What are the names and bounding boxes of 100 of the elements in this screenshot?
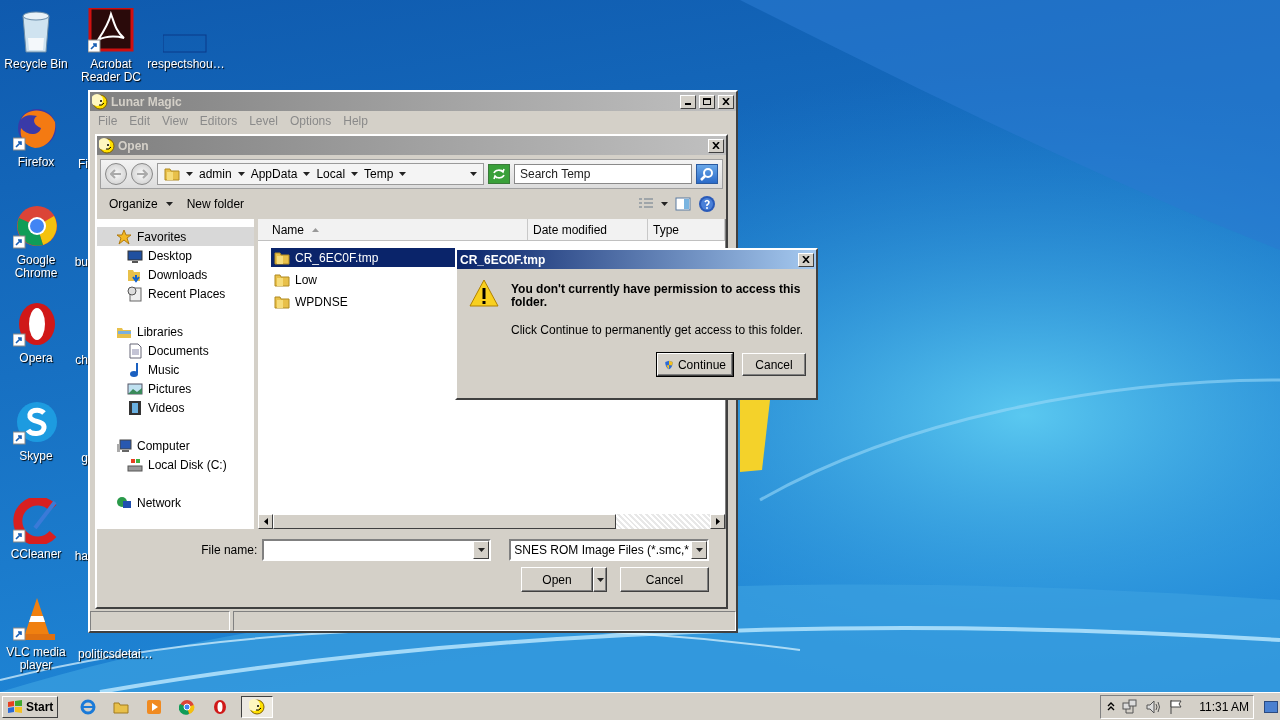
browser-icon[interactable] xyxy=(13,106,59,152)
breadcrumb-item[interactable]: Local xyxy=(316,167,346,181)
start-button[interactable]: Start xyxy=(2,695,59,718)
desktop-icon-label[interactable]: VLC media player xyxy=(1,646,71,672)
chevron-icon[interactable] xyxy=(303,172,311,176)
column-header[interactable]: Date modified xyxy=(528,219,648,240)
help-icon[interactable] xyxy=(698,195,716,213)
close-icon xyxy=(712,142,720,149)
volume-icon[interactable] xyxy=(1145,698,1162,715)
breadcrumb-item[interactable]: admin xyxy=(199,167,232,181)
file-row[interactable]: WPDNSE xyxy=(271,292,456,311)
new-folder-button[interactable]: New folder xyxy=(182,194,249,214)
folder-icon xyxy=(274,271,290,288)
folder-icon xyxy=(274,249,290,266)
desktop-icon-label[interactable]: ch xyxy=(75,353,88,367)
refresh-button[interactable] xyxy=(488,164,510,184)
dialog-close-button[interactable] xyxy=(798,252,814,267)
desktop-icon-label[interactable]: ha xyxy=(74,549,88,563)
nav-item[interactable]: Favorites xyxy=(97,227,254,246)
dialog-close-button[interactable] xyxy=(708,138,724,153)
show-desktop-button[interactable] xyxy=(1264,699,1278,714)
cleaner-icon[interactable] xyxy=(13,498,59,544)
file-name-field[interactable] xyxy=(262,539,492,561)
nav-item[interactable]: Libraries xyxy=(97,322,254,341)
browser-icon xyxy=(80,698,97,715)
breadcrumb-item[interactable]: Temp xyxy=(364,167,394,181)
caret-icon[interactable] xyxy=(661,202,668,206)
open-button[interactable]: Open xyxy=(521,567,593,592)
breadcrumb-field[interactable]: admin AppData Local Temp xyxy=(157,163,484,185)
scrollbar-thumb[interactable] xyxy=(273,514,616,529)
browser-icon[interactable] xyxy=(13,204,59,250)
forward-arrow-icon xyxy=(136,169,148,179)
clock[interactable]: 11:31 AM xyxy=(1199,699,1249,714)
chevron-up-icon[interactable] xyxy=(1107,702,1116,711)
back-button[interactable] xyxy=(105,163,127,185)
open-menu-button[interactable] xyxy=(593,567,607,592)
chevron-icon[interactable] xyxy=(237,172,245,176)
back-arrow-icon xyxy=(110,169,122,179)
chevron-icon[interactable] xyxy=(399,172,407,176)
chevron-icon[interactable] xyxy=(186,172,193,176)
caret-icon xyxy=(596,577,604,582)
organize-button[interactable]: Organize xyxy=(105,194,177,214)
desktop-icon-label[interactable]: Opera xyxy=(19,352,53,365)
continue-button[interactable]: Continue xyxy=(657,353,733,376)
document-icon[interactable] xyxy=(88,8,134,54)
desktop-icon-label[interactable]: Acrobat Reader DC xyxy=(76,58,146,84)
desktop-icon-label[interactable]: Skype xyxy=(19,450,53,463)
taskbar-button[interactable] xyxy=(241,695,274,718)
windows-flag-icon xyxy=(7,699,23,714)
chat-icon[interactable] xyxy=(13,400,59,446)
nav-item[interactable]: Recent Places xyxy=(97,284,254,303)
scroll-right-button[interactable] xyxy=(710,514,725,529)
nav-item-icon xyxy=(116,228,132,245)
search-field[interactable]: Search Temp xyxy=(514,164,692,184)
cancel-button[interactable]: Cancel xyxy=(742,353,806,376)
dialog-title: CR_6EC0F.tmp xyxy=(459,252,547,267)
window-minimize-button[interactable] xyxy=(680,94,696,109)
close-icon xyxy=(722,98,730,105)
right-arrow-icon xyxy=(715,518,720,525)
nav-item[interactable]: Computer xyxy=(97,436,254,455)
desktop-icon-label[interactable]: Google Chrome xyxy=(1,254,71,280)
window-close-button[interactable] xyxy=(718,94,734,109)
breadcrumb-item[interactable]: AppData xyxy=(250,167,298,181)
column-header[interactable]: Name xyxy=(258,219,528,240)
moon-icon xyxy=(249,698,266,715)
desktop-icon-label[interactable]: respectshou… xyxy=(147,58,225,71)
folder-icon xyxy=(164,166,180,182)
nav-item[interactable]: Documents xyxy=(97,341,254,360)
scroll-left-button[interactable] xyxy=(258,514,273,529)
desktop-icon-label[interactable]: g xyxy=(81,451,88,465)
chevron-icon[interactable] xyxy=(351,172,359,176)
nav-item[interactable]: Network xyxy=(97,493,254,512)
nav-item[interactable]: Pictures xyxy=(97,379,254,398)
flag-icon[interactable] xyxy=(1168,698,1185,715)
browser-icon xyxy=(179,698,196,715)
media-player-icon xyxy=(146,698,163,715)
column-header[interactable]: Type xyxy=(648,219,725,240)
network-icon[interactable] xyxy=(1122,698,1139,715)
file-row[interactable]: CR_6EC0F.tmp xyxy=(271,248,456,267)
nav-item[interactable]: Local Disk (C:) xyxy=(97,455,254,474)
nav-item[interactable]: Videos xyxy=(97,398,254,417)
file-row[interactable]: Low xyxy=(271,270,456,289)
nav-item[interactable]: Music xyxy=(97,360,254,379)
dialog-title: Open xyxy=(118,138,150,153)
nav-item[interactable]: Desktop xyxy=(97,246,254,265)
cancel-button[interactable]: Cancel xyxy=(620,567,709,592)
desktop-icon-label[interactable]: CCleaner xyxy=(10,548,62,561)
desktop-icon-label[interactable]: Recycle Bin xyxy=(4,58,68,71)
search-button[interactable] xyxy=(696,164,718,184)
dropdown-icon[interactable] xyxy=(470,172,477,176)
folder-icon xyxy=(274,293,290,310)
file-type-dropdown[interactable]: SNES ROM Image Files (*.smc,* xyxy=(509,539,709,561)
horizontal-scrollbar[interactable] xyxy=(258,514,725,529)
caret-icon xyxy=(165,202,173,206)
desktop-icon-label[interactable]: bu xyxy=(74,255,88,269)
window-maximize-button[interactable] xyxy=(699,94,715,109)
forward-button[interactable] xyxy=(131,163,153,185)
nav-item[interactable]: Downloads xyxy=(97,265,254,284)
desktop-icon-label[interactable]: Fi xyxy=(78,157,88,171)
desktop-icon-label[interactable]: Firefox xyxy=(17,156,55,169)
